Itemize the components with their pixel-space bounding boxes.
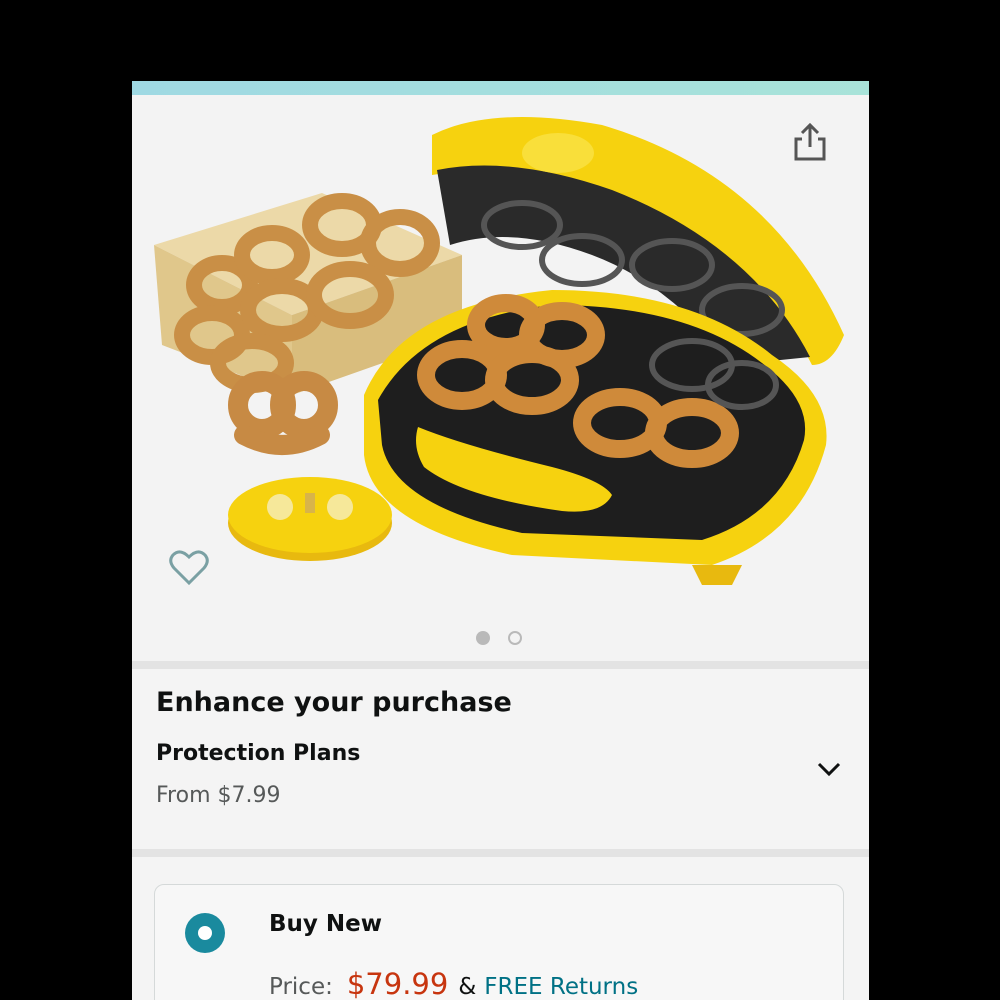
price-value: $79.99 bbox=[346, 967, 449, 1000]
heart-icon[interactable] bbox=[168, 547, 210, 587]
product-image-gallery[interactable] bbox=[132, 95, 869, 661]
phone-screen: Enhance your purchase Protection Plans F… bbox=[132, 81, 869, 1000]
protection-plans-title[interactable]: Protection Plans bbox=[156, 741, 360, 766]
price-row: Price: $79.99 & FREE Returns bbox=[269, 967, 638, 1000]
carousel-dots bbox=[476, 631, 522, 645]
top-status-strip bbox=[132, 81, 869, 95]
product-image[interactable] bbox=[132, 95, 869, 661]
pretzel-cutter bbox=[228, 477, 392, 561]
protection-plans-price: From $7.99 bbox=[156, 783, 281, 808]
section-divider bbox=[132, 849, 869, 857]
chevron-down-icon[interactable] bbox=[816, 761, 842, 779]
enhance-title: Enhance your purchase bbox=[156, 687, 512, 718]
price-label: Price: bbox=[269, 974, 333, 1000]
free-returns-link[interactable]: FREE Returns bbox=[484, 974, 638, 1000]
buy-new-card[interactable]: Buy New Price: $79.99 & FREE Returns bbox=[154, 884, 844, 1000]
section-divider bbox=[132, 661, 869, 669]
share-icon[interactable] bbox=[792, 121, 828, 163]
buy-new-label[interactable]: Buy New bbox=[269, 911, 382, 937]
enhance-purchase-section: Enhance your purchase Protection Plans F… bbox=[132, 669, 869, 849]
carousel-dot-2[interactable] bbox=[508, 631, 522, 645]
single-pretzel bbox=[228, 371, 338, 455]
ampersand: & bbox=[458, 974, 477, 1000]
carousel-dot-1[interactable] bbox=[476, 631, 490, 645]
buy-new-radio[interactable] bbox=[185, 913, 225, 953]
